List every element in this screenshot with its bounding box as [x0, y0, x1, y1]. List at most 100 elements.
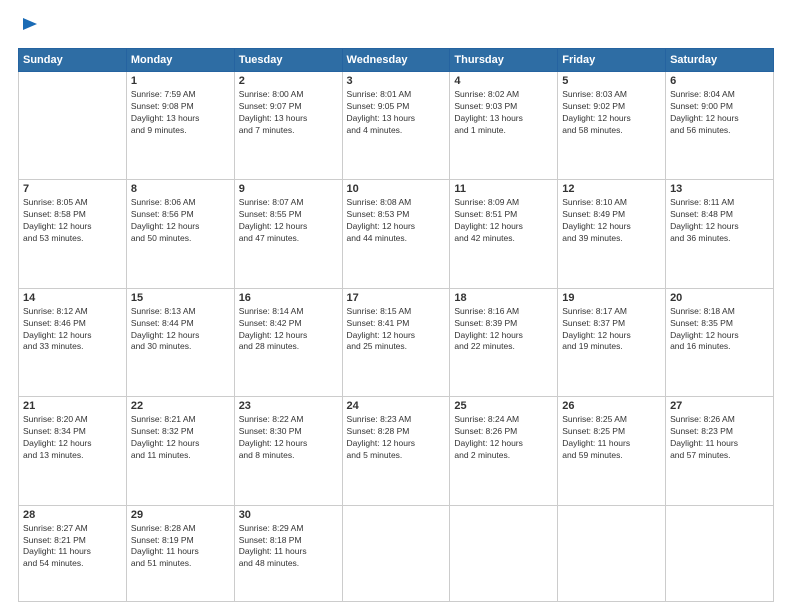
calendar-cell: 21Sunrise: 8:20 AM Sunset: 8:34 PM Dayli…	[19, 397, 127, 505]
day-info: Sunrise: 8:29 AM Sunset: 8:18 PM Dayligh…	[239, 523, 338, 571]
calendar-cell: 24 Sunrise: 8:23 AM Sunset: 8:28 PM Dayli…	[342, 397, 450, 505]
day-number: 29	[131, 509, 230, 521]
calendar-cell: 10Sunrise: 8:08 AM Sunset: 8:53 PM Dayli…	[342, 180, 450, 288]
calendar-cell: 5 Sunrise: 8:03 AM Sunset: 9:02 PM Daylig…	[558, 72, 666, 180]
day-info: Sunrise: 8:21 AM Sunset: 8:32 PM Dayligh…	[131, 414, 230, 462]
day-number: 19	[562, 292, 661, 304]
calendar-cell: 16 Sunrise: 8:14 AM Sunset: 8:42 PM Dayli…	[234, 288, 342, 396]
calendar-cell: 20Sunrise: 8:18 AM Sunset: 8:35 PM Dayli…	[666, 288, 774, 396]
day-info: Sunrise: 8:04 AM Sunset: 9:00 PM Dayligh…	[670, 89, 769, 137]
calendar-cell: 8 Sunrise: 8:06 AM Sunset: 8:56 PM Daylig…	[126, 180, 234, 288]
day-number: 16	[239, 292, 338, 304]
day-info: Sunrise: 8:11 AM Sunset: 8:48 PM Dayligh…	[670, 197, 769, 245]
day-number: 15	[131, 292, 230, 304]
day-number: 17	[347, 292, 446, 304]
day-number: 11	[454, 183, 553, 195]
day-number: 26	[562, 400, 661, 412]
calendar-table: SundayMondayTuesdayWednesdayThursdayFrid…	[18, 48, 774, 602]
week-row-1: 1 Sunrise: 7:59 AM Sunset: 9:08 PM Daylig…	[19, 72, 774, 180]
day-number: 4	[454, 75, 553, 87]
day-number: 1	[131, 75, 230, 87]
day-info: Sunrise: 8:09 AM Sunset: 8:51 PM Dayligh…	[454, 197, 553, 245]
week-row-3: 14 Sunrise: 8:12 AM Sunset: 8:46 PM Dayli…	[19, 288, 774, 396]
day-info: Sunrise: 7:59 AM Sunset: 9:08 PM Dayligh…	[131, 89, 230, 137]
day-number: 13	[670, 183, 769, 195]
weekday-header-friday: Friday	[558, 49, 666, 72]
calendar-cell: 28 Sunrise: 8:27 AM Sunset: 8:21 PM Dayli…	[19, 505, 127, 601]
week-row-4: 21Sunrise: 8:20 AM Sunset: 8:34 PM Dayli…	[19, 397, 774, 505]
day-number: 9	[239, 183, 338, 195]
day-number: 5	[562, 75, 661, 87]
calendar-cell	[19, 72, 127, 180]
weekday-header-tuesday: Tuesday	[234, 49, 342, 72]
day-number: 7	[23, 183, 122, 195]
day-number: 3	[347, 75, 446, 87]
day-number: 6	[670, 75, 769, 87]
day-number: 24	[347, 400, 446, 412]
day-info: Sunrise: 8:13 AM Sunset: 8:44 PM Dayligh…	[131, 306, 230, 354]
day-info: Sunrise: 8:17 AM Sunset: 8:37 PM Dayligh…	[562, 306, 661, 354]
day-info: Sunrise: 8:06 AM Sunset: 8:56 PM Dayligh…	[131, 197, 230, 245]
day-info: Sunrise: 8:23 AM Sunset: 8:28 PM Dayligh…	[347, 414, 446, 462]
week-row-2: 7 Sunrise: 8:05 AM Sunset: 8:58 PM Daylig…	[19, 180, 774, 288]
day-number: 18	[454, 292, 553, 304]
day-info: Sunrise: 8:10 AM Sunset: 8:49 PM Dayligh…	[562, 197, 661, 245]
calendar-cell: 6 Sunrise: 8:04 AM Sunset: 9:00 PM Daylig…	[666, 72, 774, 180]
calendar-cell: 18 Sunrise: 8:16 AM Sunset: 8:39 PM Dayli…	[450, 288, 558, 396]
day-number: 30	[239, 509, 338, 521]
day-number: 28	[23, 509, 122, 521]
day-info: Sunrise: 8:12 AM Sunset: 8:46 PM Dayligh…	[23, 306, 122, 354]
calendar-cell	[558, 505, 666, 601]
day-info: Sunrise: 8:00 AM Sunset: 9:07 PM Dayligh…	[239, 89, 338, 137]
day-info: Sunrise: 8:14 AM Sunset: 8:42 PM Dayligh…	[239, 306, 338, 354]
day-info: Sunrise: 8:15 AM Sunset: 8:41 PM Dayligh…	[347, 306, 446, 354]
calendar-page: SundayMondayTuesdayWednesdayThursdayFrid…	[0, 0, 792, 612]
calendar-cell: 1 Sunrise: 7:59 AM Sunset: 9:08 PM Daylig…	[126, 72, 234, 180]
day-number: 23	[239, 400, 338, 412]
calendar-cell: 12Sunrise: 8:10 AM Sunset: 8:49 PM Dayli…	[558, 180, 666, 288]
weekday-header-wednesday: Wednesday	[342, 49, 450, 72]
calendar-cell	[450, 505, 558, 601]
day-info: Sunrise: 8:03 AM Sunset: 9:02 PM Dayligh…	[562, 89, 661, 137]
day-info: Sunrise: 8:07 AM Sunset: 8:55 PM Dayligh…	[239, 197, 338, 245]
calendar-cell: 7 Sunrise: 8:05 AM Sunset: 8:58 PM Daylig…	[19, 180, 127, 288]
day-number: 14	[23, 292, 122, 304]
day-info: Sunrise: 8:27 AM Sunset: 8:21 PM Dayligh…	[23, 523, 122, 571]
calendar-cell	[666, 505, 774, 601]
day-info: Sunrise: 8:26 AM Sunset: 8:23 PM Dayligh…	[670, 414, 769, 462]
calendar-cell: 13 Sunrise: 8:11 AM Sunset: 8:48 PM Dayli…	[666, 180, 774, 288]
day-number: 8	[131, 183, 230, 195]
day-info: Sunrise: 8:08 AM Sunset: 8:53 PM Dayligh…	[347, 197, 446, 245]
weekday-header-monday: Monday	[126, 49, 234, 72]
day-info: Sunrise: 8:02 AM Sunset: 9:03 PM Dayligh…	[454, 89, 553, 137]
day-info: Sunrise: 8:20 AM Sunset: 8:34 PM Dayligh…	[23, 414, 122, 462]
calendar-cell: 17 Sunrise: 8:15 AM Sunset: 8:41 PM Dayli…	[342, 288, 450, 396]
calendar-cell: 29 Sunrise: 8:28 AM Sunset: 8:19 PM Dayli…	[126, 505, 234, 601]
calendar-cell	[342, 505, 450, 601]
day-number: 22	[131, 400, 230, 412]
calendar-cell: 27Sunrise: 8:26 AM Sunset: 8:23 PM Dayli…	[666, 397, 774, 505]
calendar-cell: 22 Sunrise: 8:21 AM Sunset: 8:32 PM Dayli…	[126, 397, 234, 505]
day-info: Sunrise: 8:05 AM Sunset: 8:58 PM Dayligh…	[23, 197, 122, 245]
weekday-header-thursday: Thursday	[450, 49, 558, 72]
logo-flag-icon	[21, 16, 39, 38]
calendar-cell: 23Sunrise: 8:22 AM Sunset: 8:30 PM Dayli…	[234, 397, 342, 505]
calendar-cell: 11 Sunrise: 8:09 AM Sunset: 8:51 PM Dayli…	[450, 180, 558, 288]
day-info: Sunrise: 8:01 AM Sunset: 9:05 PM Dayligh…	[347, 89, 446, 137]
day-number: 2	[239, 75, 338, 87]
calendar-cell: 3 Sunrise: 8:01 AM Sunset: 9:05 PM Daylig…	[342, 72, 450, 180]
weekday-header-row: SundayMondayTuesdayWednesdayThursdayFrid…	[19, 49, 774, 72]
day-info: Sunrise: 8:25 AM Sunset: 8:25 PM Dayligh…	[562, 414, 661, 462]
calendar-cell: 15 Sunrise: 8:13 AM Sunset: 8:44 PM Dayli…	[126, 288, 234, 396]
week-row-5: 28 Sunrise: 8:27 AM Sunset: 8:21 PM Dayli…	[19, 505, 774, 601]
day-info: Sunrise: 8:18 AM Sunset: 8:35 PM Dayligh…	[670, 306, 769, 354]
weekday-header-sunday: Sunday	[19, 49, 127, 72]
day-number: 25	[454, 400, 553, 412]
calendar-cell: 25Sunrise: 8:24 AM Sunset: 8:26 PM Dayli…	[450, 397, 558, 505]
day-info: Sunrise: 8:28 AM Sunset: 8:19 PM Dayligh…	[131, 523, 230, 571]
calendar-cell: 14 Sunrise: 8:12 AM Sunset: 8:46 PM Dayli…	[19, 288, 127, 396]
calendar-cell: 26 Sunrise: 8:25 AM Sunset: 8:25 PM Dayli…	[558, 397, 666, 505]
day-info: Sunrise: 8:16 AM Sunset: 8:39 PM Dayligh…	[454, 306, 553, 354]
calendar-cell: 30 Sunrise: 8:29 AM Sunset: 8:18 PM Dayli…	[234, 505, 342, 601]
calendar-cell: 9 Sunrise: 8:07 AM Sunset: 8:55 PM Daylig…	[234, 180, 342, 288]
